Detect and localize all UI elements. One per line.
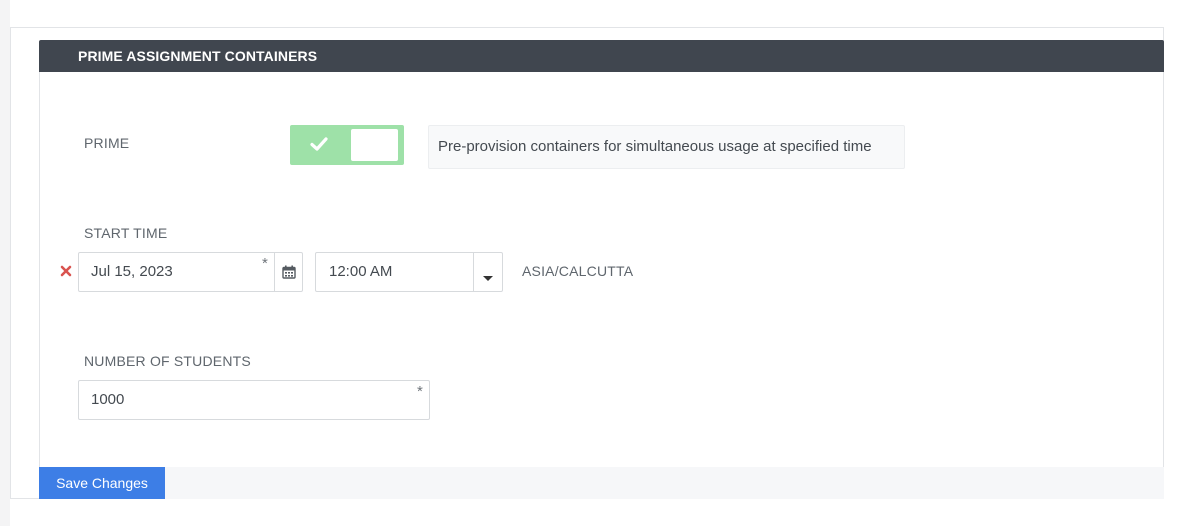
start-time-select[interactable]: 12:00 AM (315, 252, 503, 292)
page-gutter (0, 0, 10, 526)
start-time-label: START TIME (84, 225, 168, 241)
start-time-value: 12:00 AM (329, 263, 393, 280)
select-divider (473, 253, 474, 291)
section-body: PRIME Pre-provision containers for simul… (39, 72, 1165, 495)
save-changes-button[interactable]: Save Changes (39, 467, 165, 499)
start-date-input[interactable]: Jul 15, 2023 (78, 252, 275, 292)
prime-label: PRIME (84, 135, 130, 151)
required-marker: * (417, 383, 423, 400)
students-input[interactable]: 1000 (78, 380, 430, 420)
students-value: 1000 (91, 391, 125, 408)
card-footer: Save Changes (39, 467, 1164, 499)
section-title: PRIME ASSIGNMENT CONTAINERS (78, 48, 318, 64)
calendar-icon (282, 265, 296, 279)
required-marker: * (262, 255, 268, 272)
section-header: PRIME ASSIGNMENT CONTAINERS (39, 40, 1164, 72)
start-date-value: Jul 15, 2023 (91, 263, 173, 280)
prime-hint: Pre-provision containers for simultaneou… (428, 125, 905, 169)
students-label: NUMBER OF STUDENTS (84, 353, 251, 369)
caret-down-icon (482, 269, 494, 287)
prime-settings-card: PRIME ASSIGNMENT CONTAINERS PRIME Pre-pr… (10, 27, 1164, 499)
close-icon[interactable] (59, 264, 73, 278)
calendar-button[interactable] (274, 252, 303, 292)
toggle-knob (351, 129, 398, 161)
check-icon (308, 133, 330, 155)
timezone-label: ASIA/CALCUTTA (522, 263, 634, 279)
prime-toggle[interactable] (290, 125, 404, 165)
